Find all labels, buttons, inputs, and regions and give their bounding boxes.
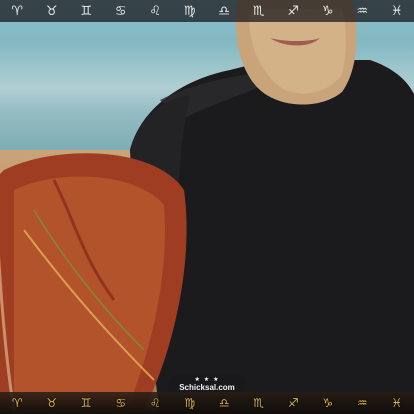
surfboard	[0, 153, 187, 410]
sagittarius-icon[interactable]: ♐	[279, 1, 307, 21]
zodiac-nav-bottom: ♈ ♉ ♊ ♋ ♌ ♍ ♎ ♏ ♐ ♑ ♒ ♓	[0, 392, 414, 414]
scorpio-emblem-icon[interactable]: ♏	[248, 394, 270, 412]
scorpio-icon[interactable]: ♏	[245, 1, 273, 21]
capricorn-emblem-icon[interactable]: ♑	[317, 394, 339, 412]
virgo-emblem-icon[interactable]: ♍	[179, 394, 201, 412]
aries-emblem-icon[interactable]: ♈	[6, 394, 28, 412]
aries-icon[interactable]: ♈	[3, 1, 31, 21]
zodiac-nav-top: ♈ ♉ ♊ ♋ ♌ ♍ ♎ ♏ ♐ ♑ ♒ ♓	[0, 0, 414, 22]
cancer-emblem-icon[interactable]: ♋	[110, 394, 132, 412]
pisces-icon[interactable]: ♓	[383, 1, 411, 21]
pisces-emblem-icon[interactable]: ♓	[386, 394, 408, 412]
aquarius-emblem-icon[interactable]: ♒	[351, 394, 373, 412]
leo-emblem-icon[interactable]: ♌	[144, 394, 166, 412]
taurus-icon[interactable]: ♉	[38, 1, 66, 21]
sagittarius-emblem-icon[interactable]: ♐	[282, 394, 304, 412]
logo-brand-text: Schicksal.com	[179, 383, 235, 392]
libra-emblem-icon[interactable]: ♎	[213, 394, 235, 412]
gemini-emblem-icon[interactable]: ♊	[75, 394, 97, 412]
cancer-icon[interactable]: ♋	[107, 1, 135, 21]
gemini-icon[interactable]: ♊	[72, 1, 100, 21]
aquarius-icon[interactable]: ♒	[348, 1, 376, 21]
libra-icon[interactable]: ♎	[210, 1, 238, 21]
taurus-emblem-icon[interactable]: ♉	[41, 394, 63, 412]
site-logo[interactable]: ★ ★ ★ Schicksal.com	[168, 374, 246, 394]
capricorn-icon[interactable]: ♑	[314, 1, 342, 21]
leo-icon[interactable]: ♌	[141, 1, 169, 21]
virgo-icon[interactable]: ♍	[176, 1, 204, 21]
hero-photo: ♈ ♉ ♊ ♋ ♌ ♍ ♎ ♏ ♐ ♑ ♒ ♓ ★ ★ ★ Schicksal.com ♈ ♉ ♊ ♋ ♌ ♍ ♎…	[0, 0, 414, 414]
